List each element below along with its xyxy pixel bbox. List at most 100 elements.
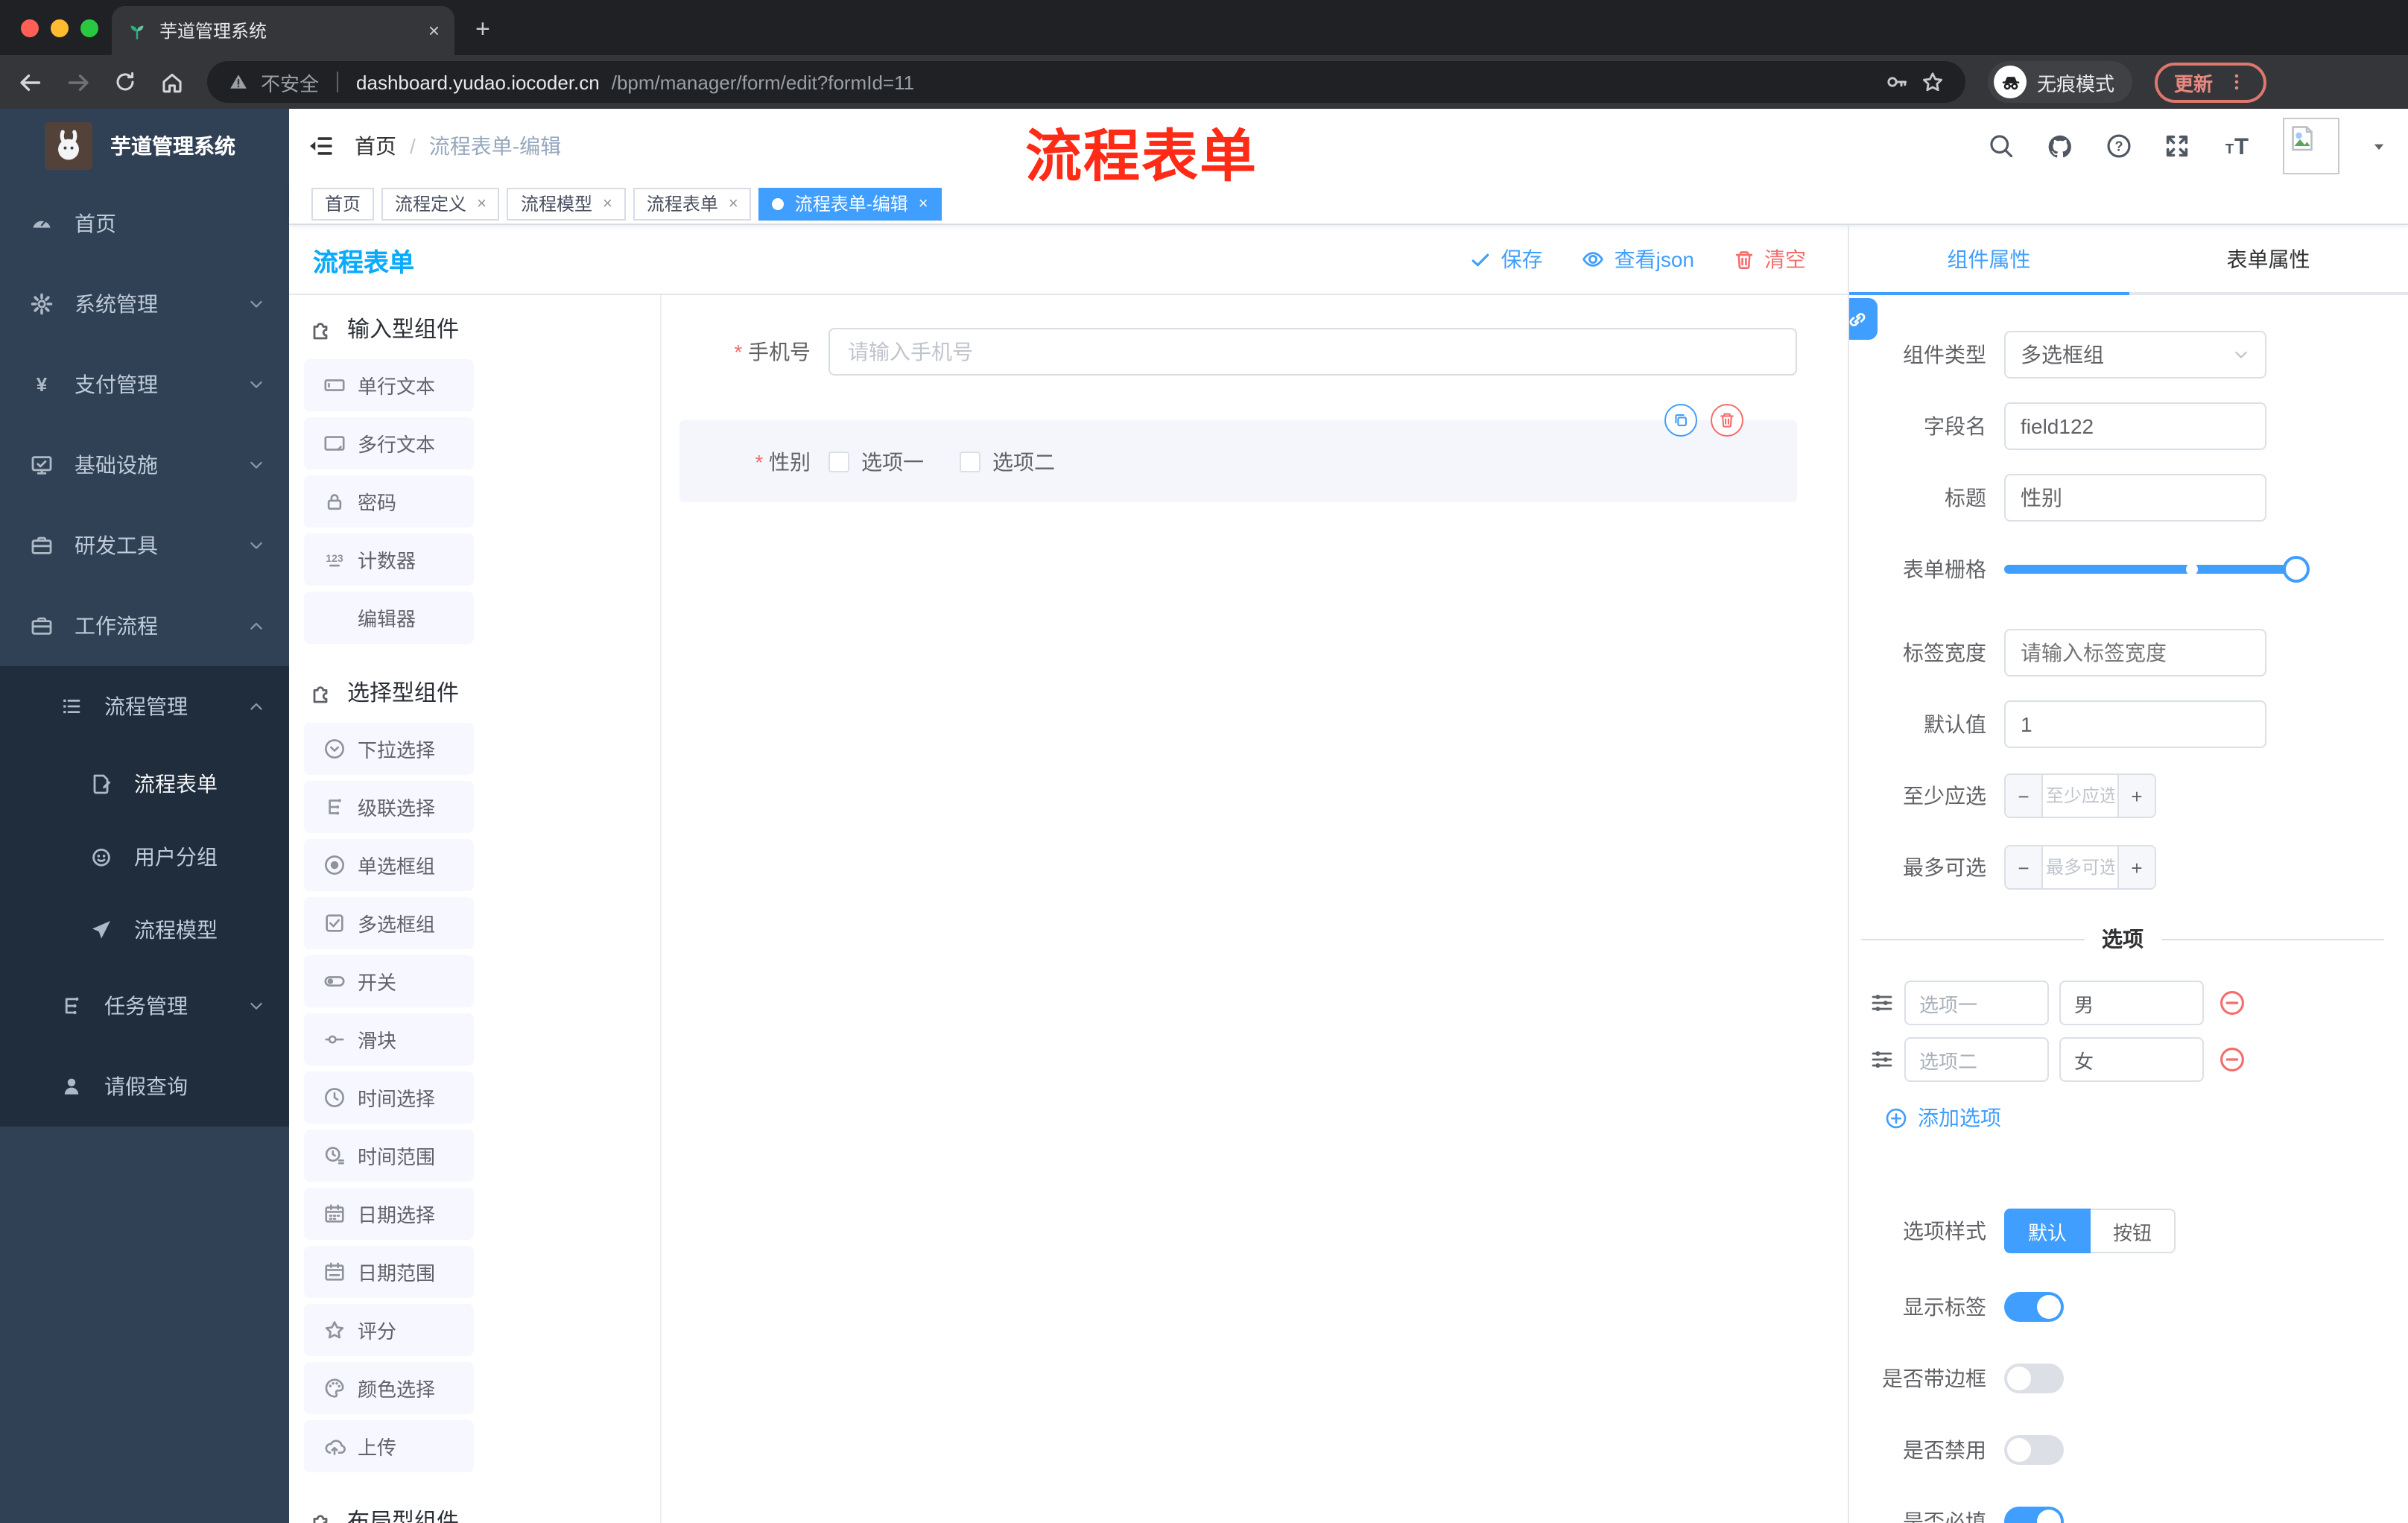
tag-process-definition[interactable]: 流程定义 × xyxy=(381,187,500,220)
tab-form-props[interactable]: 表单属性 xyxy=(2129,225,2408,292)
sidebar-item-workflow[interactable]: 工作流程 xyxy=(0,586,289,666)
option1-value-input[interactable] xyxy=(2059,981,2204,1025)
tag-process-form-edit[interactable]: 流程表单-编辑 × xyxy=(758,187,942,220)
show-label-switch[interactable] xyxy=(2004,1292,2064,1322)
avatar[interactable] xyxy=(2283,118,2339,174)
option2-name-input[interactable] xyxy=(1904,1037,2049,1082)
sidebar-item-devtools[interactable]: 研发工具 xyxy=(0,505,289,586)
sidebar-item-leave-query[interactable]: 请假查询 xyxy=(0,1046,289,1127)
tag-home[interactable]: 首页 xyxy=(311,187,375,220)
option1-name-input[interactable] xyxy=(1904,981,2049,1025)
palette-item-time-range[interactable]: 时间范围 xyxy=(304,1130,474,1182)
sidebar-item-process-form[interactable]: 流程表单 xyxy=(0,747,289,820)
option2-value-input[interactable] xyxy=(2059,1037,2204,1082)
add-option-button[interactable]: 添加选项 xyxy=(1885,1101,2408,1134)
drag-handle-icon[interactable] xyxy=(1870,1048,1894,1071)
close-tag-icon[interactable]: × xyxy=(603,194,612,212)
font-size-icon[interactable] xyxy=(2222,131,2252,161)
title-input[interactable] xyxy=(2004,474,2266,522)
increase-button[interactable]: + xyxy=(2117,846,2155,888)
max-checked-input[interactable] xyxy=(2043,846,2117,888)
sidebar-item-task-mgmt[interactable]: 任务管理 xyxy=(0,966,289,1046)
collapse-sidebar-icon[interactable] xyxy=(307,133,334,159)
browser-tab[interactable]: 芋道管理系统 × xyxy=(112,6,454,55)
github-icon[interactable] xyxy=(2046,132,2074,160)
component-type-select[interactable]: 多选框组 xyxy=(2004,331,2266,379)
tag-process-form[interactable]: 流程表单 × xyxy=(633,187,752,220)
palette-item-slider[interactable]: 滑块 xyxy=(304,1013,474,1066)
address-bar[interactable]: 不安全 dashboard.yudao.iocoder.cn/bpm/manag… xyxy=(207,61,1965,103)
palette-item-password[interactable]: 密码 xyxy=(304,475,474,528)
palette-item-cascader[interactable]: 级联选择 xyxy=(304,781,474,833)
gender-option1-checkbox[interactable] xyxy=(828,451,849,472)
palette-item-date-range[interactable]: 日期范围 xyxy=(304,1246,474,1298)
minimize-window-button[interactable] xyxy=(51,19,69,37)
sidebar-item-user-group[interactable]: 用户分组 xyxy=(0,820,289,893)
zoom-window-button[interactable] xyxy=(80,19,98,37)
label-width-input[interactable] xyxy=(2004,629,2266,677)
browser-update-button[interactable]: 更新 xyxy=(2155,62,2267,102)
close-tag-icon[interactable]: × xyxy=(477,194,487,212)
decrease-button[interactable]: − xyxy=(2006,846,2043,888)
palette-item-select[interactable]: 下拉选择 xyxy=(304,723,474,775)
breadcrumb-home[interactable]: 首页 xyxy=(355,131,396,161)
canvas-field-phone[interactable]: 手机号 xyxy=(679,328,1797,376)
palette-item-counter[interactable]: 计数器 xyxy=(304,533,474,586)
border-switch[interactable] xyxy=(2004,1364,2064,1393)
tag-process-model[interactable]: 流程模型 × xyxy=(507,187,626,220)
palette-item-radio-group[interactable]: 单选框组 xyxy=(304,839,474,891)
gender-option1-label[interactable]: 选项一 xyxy=(861,446,924,476)
forward-icon[interactable] xyxy=(66,69,91,95)
gender-option2-checkbox[interactable] xyxy=(960,451,980,472)
palette-item-editor[interactable]: 编辑器 xyxy=(304,592,474,644)
palette-item-time-picker[interactable]: 时间选择 xyxy=(304,1071,474,1124)
bookmark-star-icon[interactable] xyxy=(1921,70,1945,94)
tab-component-props[interactable]: 组件属性 xyxy=(1849,225,2129,292)
required-switch[interactable] xyxy=(2004,1507,2064,1523)
close-tag-icon[interactable]: × xyxy=(729,194,738,212)
help-icon[interactable] xyxy=(2106,133,2132,159)
remove-option-icon[interactable] xyxy=(2219,1046,2246,1073)
caret-down-icon[interactable] xyxy=(2371,138,2387,154)
sidebar-item-infra[interactable]: 基础设施 xyxy=(0,425,289,505)
home-icon[interactable] xyxy=(159,69,185,95)
delete-component-button[interactable] xyxy=(1711,404,1743,437)
palette-item-switch[interactable]: 开关 xyxy=(304,955,474,1007)
palette-item-upload[interactable]: 上传 xyxy=(304,1420,474,1472)
reload-icon[interactable] xyxy=(113,70,137,94)
sidebar-item-payment[interactable]: 支付管理 xyxy=(0,344,289,425)
palette-item-multi-line-text[interactable]: 多行文本 xyxy=(304,417,474,469)
duplicate-component-button[interactable] xyxy=(1664,404,1697,437)
remove-option-icon[interactable] xyxy=(2219,990,2246,1016)
sidebar-item-home[interactable]: 首页 xyxy=(0,183,289,264)
disabled-switch[interactable] xyxy=(2004,1435,2064,1465)
palette-item-date-picker[interactable]: 日期选择 xyxy=(304,1188,474,1240)
increase-button[interactable]: + xyxy=(2117,775,2155,817)
palette-item-single-line-text[interactable]: 单行文本 xyxy=(304,359,474,411)
min-checked-input[interactable] xyxy=(2043,775,2117,817)
option-style-button[interactable]: 按钮 xyxy=(2091,1209,2176,1253)
gender-option2-label[interactable]: 选项二 xyxy=(992,446,1055,476)
close-tab-icon[interactable]: × xyxy=(428,19,440,42)
search-icon[interactable] xyxy=(1988,133,2015,159)
close-window-button[interactable] xyxy=(21,19,39,37)
new-tab-button[interactable]: + xyxy=(475,15,490,45)
link-tag-button[interactable] xyxy=(1849,298,1878,340)
sidebar-item-process-mgmt[interactable]: 流程管理 xyxy=(0,666,289,747)
sidebar-item-process-model[interactable]: 流程模型 xyxy=(0,893,289,966)
palette-item-checkbox-group[interactable]: 多选框组 xyxy=(304,897,474,949)
field-name-input[interactable] xyxy=(2004,402,2266,450)
clear-button[interactable]: 清空 xyxy=(1733,244,1806,274)
view-json-button[interactable]: 查看json xyxy=(1582,244,1694,274)
fullscreen-icon[interactable] xyxy=(2164,133,2190,159)
default-value-input[interactable] xyxy=(2004,700,2266,748)
back-icon[interactable] xyxy=(18,69,43,95)
canvas-field-gender-selected[interactable]: 性别 选项一 选项二 xyxy=(679,404,1797,502)
palette-item-rate[interactable]: 评分 xyxy=(304,1304,474,1356)
phone-input[interactable] xyxy=(828,328,1797,376)
password-key-icon[interactable] xyxy=(1885,70,1909,94)
option-style-default[interactable]: 默认 xyxy=(2004,1209,2091,1253)
save-button[interactable]: 保存 xyxy=(1470,244,1543,274)
close-tag-icon[interactable]: × xyxy=(919,194,928,212)
drag-handle-icon[interactable] xyxy=(1870,991,1894,1015)
